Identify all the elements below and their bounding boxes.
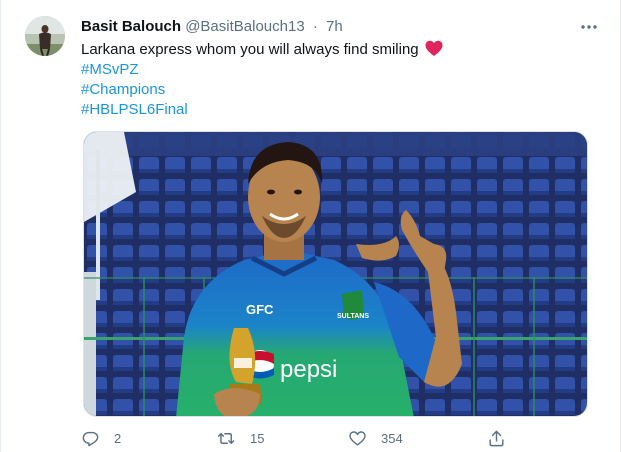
share-button[interactable] — [487, 428, 506, 448]
jersey-badge-text: SULTANS — [337, 313, 369, 320]
like-count: 354 — [381, 430, 403, 446]
tweet-text-line: Larkana express whom you will always fin… — [81, 40, 590, 60]
tweet-sentence: Larkana express whom you will always fin… — [81, 41, 419, 58]
jersey-sponsor-text: pepsi — [280, 356, 337, 383]
author-name[interactable]: Basit Balouch — [81, 18, 181, 35]
more-options-icon[interactable] — [578, 16, 600, 38]
author-avatar[interactable] — [25, 16, 65, 56]
retweet-button[interactable]: 15 — [217, 428, 264, 448]
share-icon — [489, 430, 504, 446]
tweet-text: Larkana express whom you will always fin… — [81, 40, 590, 120]
tweet-timestamp[interactable]: 7h — [326, 18, 343, 35]
like-button[interactable]: 354 — [348, 428, 403, 448]
jersey-brand-text: GFC — [246, 302, 274, 317]
tweet-photo[interactable]: SULTANS GFC pepsi — [83, 131, 588, 417]
author-handle[interactable]: @BasitBalouch13 — [185, 18, 304, 35]
reply-button[interactable]: 2 — [81, 428, 121, 448]
tweet-header: Basit Balouch @BasitBalouch13 · 7h — [81, 17, 600, 37]
avatar-photo — [25, 16, 65, 56]
retweet-count: 15 — [250, 430, 265, 446]
photo-illustration: SULTANS GFC pepsi — [84, 132, 587, 416]
hashtag-hblpsl6final[interactable]: #HBLPSL6Final — [81, 100, 590, 120]
separator-dot: · — [312, 18, 318, 35]
reply-count: 2 — [114, 430, 122, 446]
red-heart-icon — [425, 40, 443, 63]
reply-icon — [82, 431, 99, 446]
tweet-card[interactable]: Basit Balouch @BasitBalouch13 · 7h Larka… — [0, 0, 621, 452]
retweet-icon — [217, 432, 235, 444]
hashtag-msvpz[interactable]: #MSvPZ — [81, 60, 590, 80]
tweet-actions: 2 15 354 — [81, 428, 521, 450]
heart-icon — [349, 430, 366, 446]
hashtag-champions[interactable]: #Champions — [81, 80, 590, 100]
